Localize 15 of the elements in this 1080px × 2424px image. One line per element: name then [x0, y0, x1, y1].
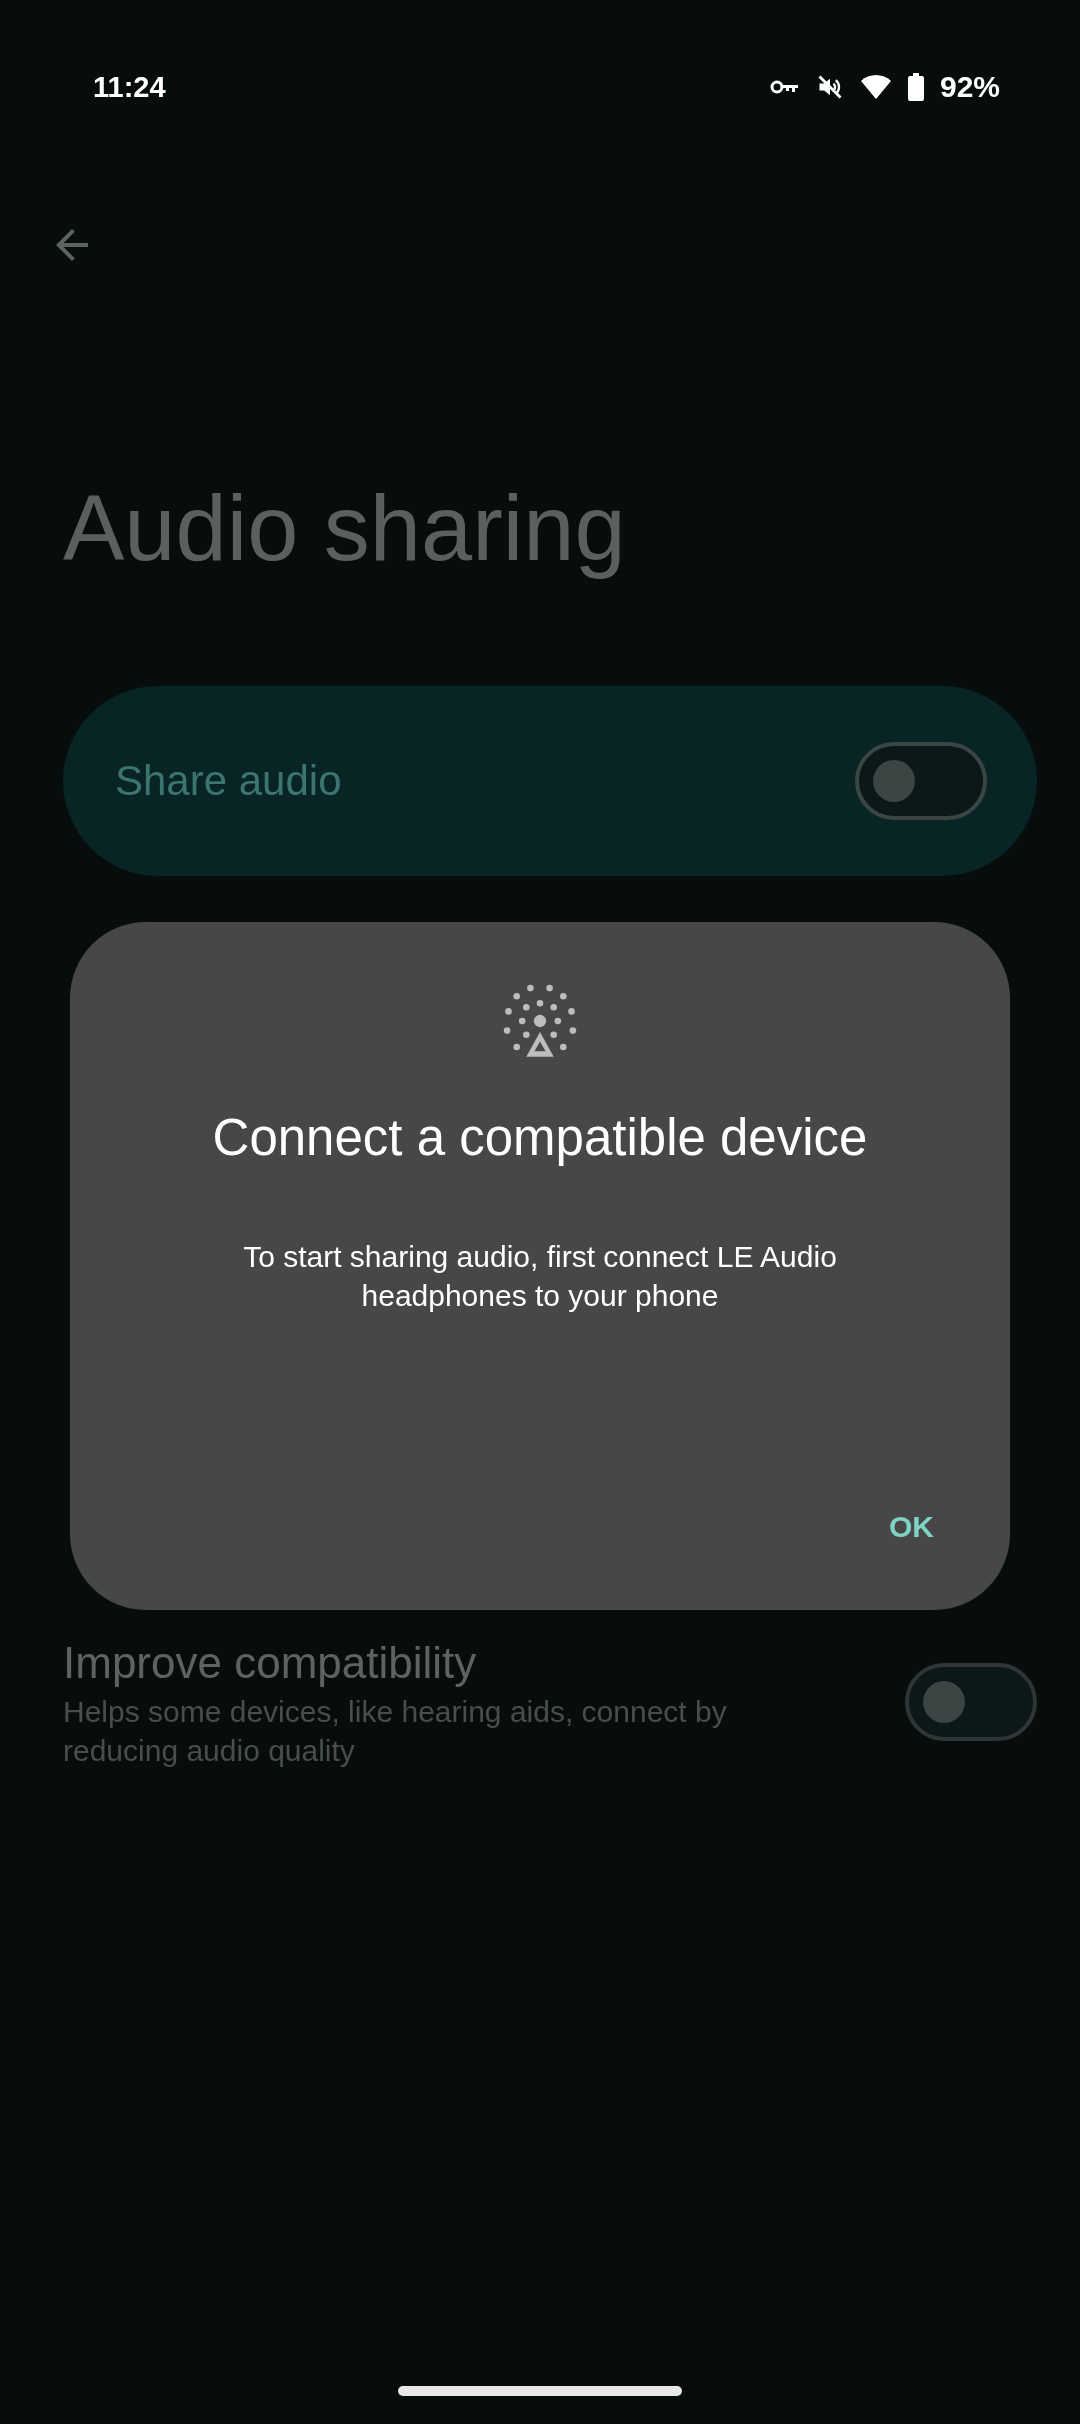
dialog-title: Connect a compatible device [212, 1108, 868, 1167]
muted-speaker-icon [815, 73, 844, 101]
ok-button[interactable]: OK [869, 1500, 954, 1554]
dialog-message: To start sharing audio, first connect LE Audio headphones to your phone [242, 1239, 838, 1314]
share-audio-label: Share audio [115, 757, 342, 806]
share-audio-card[interactable]: Share audio [63, 686, 1037, 877]
key-icon [769, 78, 800, 96]
broadcast-icon [503, 984, 577, 1058]
improve-compatibility-description: Helps some devices, like hearing aids, connect by reducing audio quality [63, 1694, 728, 1770]
battery-percentage: 92% [939, 70, 1000, 104]
page-title: Audio sharing [63, 476, 627, 581]
status-time: 11:24 [93, 70, 166, 104]
wifi-icon [859, 74, 892, 100]
improve-compatibility-title: Improve compatibility [63, 1637, 478, 1690]
battery-icon [907, 73, 924, 101]
